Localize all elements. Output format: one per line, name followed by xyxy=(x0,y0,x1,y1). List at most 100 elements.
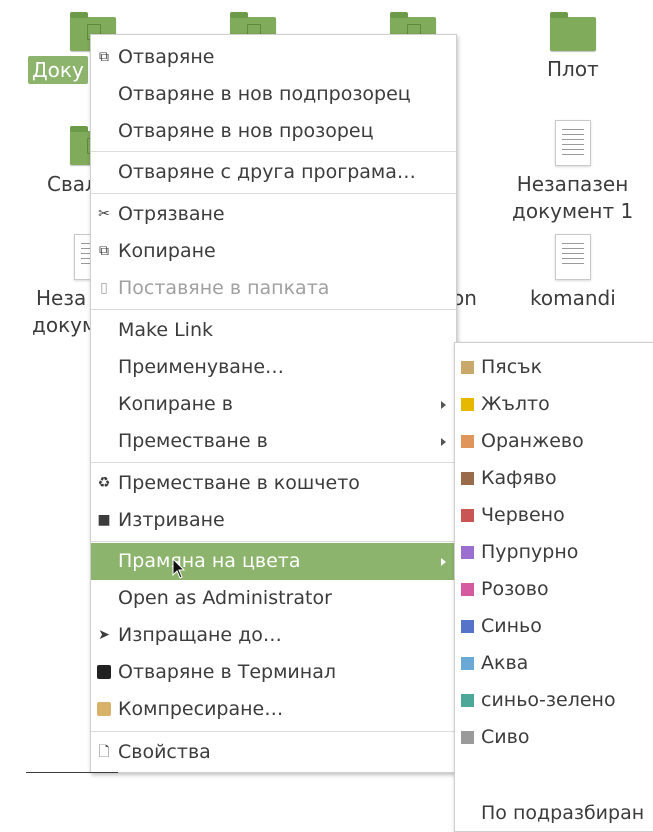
menu-item-move-to-trash[interactable]: ♻ Преместване в кошчето xyxy=(91,465,456,502)
color-swatch-icon xyxy=(461,731,474,744)
color-swatch-icon xyxy=(461,620,474,633)
menu-item-cut[interactable]: ✂ Отрязване xyxy=(91,196,456,233)
menu-item-label: Преименуване… xyxy=(118,356,285,378)
menu-separator xyxy=(91,541,456,542)
desktop-icon-label[interactable]: документ 1 xyxy=(512,198,633,225)
document-icon[interactable] xyxy=(555,234,591,280)
menu-separator xyxy=(91,309,456,310)
menu-item-delete[interactable]: ■ Изтриване xyxy=(91,502,456,539)
color-option-label: Червено xyxy=(481,504,565,526)
menu-item-label: Свойства xyxy=(118,741,211,763)
menu-item-label: Преместване в xyxy=(118,430,268,452)
color-option-label: Пурпурно xyxy=(481,541,579,563)
color-option[interactable]: Синьо xyxy=(455,608,653,645)
menu-item-label: Open as Administrator xyxy=(118,587,332,609)
archive-icon xyxy=(97,702,111,716)
color-option-label: Сиво xyxy=(481,726,530,748)
color-swatch-icon xyxy=(461,694,474,707)
color-submenu: Пясък Жълто Оранжево Кафяво Червено Пурпурно Р… xyxy=(454,342,653,832)
menu-item-label: Make Link xyxy=(118,319,213,341)
menu-item-rename[interactable]: Преименуване… xyxy=(91,349,456,386)
color-swatch-icon xyxy=(461,472,474,485)
color-swatch-icon xyxy=(461,398,474,411)
open-icon: ⧉ xyxy=(99,49,109,65)
trash-icon: ♻ xyxy=(97,475,111,491)
menu-item-open-as-administrator[interactable]: Open as Administrator xyxy=(91,580,456,617)
color-option-label: Пясък xyxy=(481,356,543,378)
chevron-right-icon xyxy=(441,401,446,409)
menu-item-make-link[interactable]: Make Link xyxy=(91,312,456,349)
menu-item-open-new-window[interactable]: Отваряне в нов прозорец xyxy=(91,113,456,150)
desktop-icon-label[interactable]: komandi xyxy=(530,285,616,312)
color-option[interactable]: Пясък xyxy=(455,349,653,386)
desktop-icon-label[interactable]: докум xyxy=(32,312,97,339)
submenu-separator-line xyxy=(26,772,118,773)
menu-item-label: Отваряне xyxy=(118,46,215,68)
menu-item-label: Изпращане до… xyxy=(118,624,282,646)
color-option-label: синьо-зелено xyxy=(481,689,616,711)
menu-item-send-to[interactable]: ➤ Изпращане до… xyxy=(91,617,456,654)
menu-item-properties[interactable]: 🗋 Свойства xyxy=(91,734,456,771)
color-option-label: Аква xyxy=(481,652,529,674)
menu-separator xyxy=(91,462,456,463)
color-option[interactable]: Жълто xyxy=(455,386,653,423)
color-option-default[interactable]: По подразбиран xyxy=(455,795,653,832)
menu-separator xyxy=(91,731,456,732)
menu-item-paste-into-folder: ▯ Поставяне в папката xyxy=(91,270,456,307)
menu-item-label: Отрязване xyxy=(118,203,225,225)
desktop-icon-label-selected[interactable]: Доку xyxy=(28,56,88,84)
menu-item-label: Отваряне в нов подпрозорец xyxy=(118,83,411,105)
color-option-label: Кафяво xyxy=(481,467,557,489)
menu-item-label: Отваряне в Терминал xyxy=(118,661,336,683)
color-swatch-icon xyxy=(461,435,474,448)
color-option-label: Оранжево xyxy=(481,430,584,452)
color-swatch-icon xyxy=(461,546,474,559)
scissors-icon: ✂ xyxy=(98,206,110,222)
context-menu: ⧉ Отваряне Отваряне в нов подпрозорец От… xyxy=(90,34,457,773)
menu-item-label: Изтриване xyxy=(118,509,225,531)
menu-item-open-with[interactable]: Отваряне с друга програма… xyxy=(91,154,456,191)
menu-item-label: Отваряне с друга програма… xyxy=(118,161,416,183)
menu-item-open[interactable]: ⧉ Отваряне xyxy=(91,39,456,76)
folder-icon[interactable] xyxy=(550,12,596,51)
color-option[interactable]: Сиво xyxy=(455,719,653,756)
menu-item-open-new-tab[interactable]: Отваряне в нов подпрозорец xyxy=(91,76,456,113)
properties-icon: 🗋 xyxy=(98,744,110,760)
menu-item-change-color[interactable]: Прамяна на цвета xyxy=(91,543,456,580)
terminal-icon xyxy=(97,665,111,679)
menu-item-open-in-terminal[interactable]: Отваряне в Терминал xyxy=(91,654,456,691)
delete-icon: ■ xyxy=(97,512,111,528)
color-option[interactable]: Оранжево xyxy=(455,423,653,460)
copy-icon: ⧉ xyxy=(99,243,109,259)
menu-item-compress[interactable]: Компресиране… xyxy=(91,691,456,728)
color-swatch-icon xyxy=(461,361,474,374)
color-option[interactable]: Кафяво xyxy=(455,460,653,497)
color-option[interactable]: Червено xyxy=(455,497,653,534)
mouse-cursor-icon xyxy=(172,558,186,579)
document-icon[interactable] xyxy=(555,120,591,166)
desktop-icon-label[interactable]: Незапазен xyxy=(512,171,633,198)
menu-item-label: Копиране в xyxy=(118,393,233,415)
color-option-label: Жълто xyxy=(481,393,550,415)
menu-item-label: Компресиране… xyxy=(118,698,284,720)
chevron-right-icon xyxy=(441,558,446,566)
menu-item-label: Отваряне в нов прозорец xyxy=(118,120,374,142)
color-swatch-icon xyxy=(461,657,474,670)
color-option-label: Розово xyxy=(481,578,549,600)
color-option[interactable]: Аква xyxy=(455,645,653,682)
menu-item-copy-to[interactable]: Копиране в xyxy=(91,386,456,423)
menu-item-label: Преместване в кошчето xyxy=(118,472,360,494)
send-icon: ➤ xyxy=(98,627,110,643)
menu-item-move-to[interactable]: Преместване в xyxy=(91,423,456,460)
color-option[interactable]: синьо-зелено xyxy=(455,682,653,719)
desktop-icon-label[interactable]: Плот xyxy=(547,56,599,83)
color-option-label: Синьо xyxy=(481,615,542,637)
color-option[interactable]: Пурпурно xyxy=(455,534,653,571)
paste-icon: ▯ xyxy=(100,280,108,296)
chevron-right-icon xyxy=(441,438,446,446)
menu-item-copy[interactable]: ⧉ Копиране xyxy=(91,233,456,270)
desktop-icon-label[interactable]: Неза xyxy=(36,285,86,312)
color-option[interactable]: Розово xyxy=(455,571,653,608)
color-swatch-icon xyxy=(461,509,474,522)
menu-item-label: Копиране xyxy=(118,240,216,262)
